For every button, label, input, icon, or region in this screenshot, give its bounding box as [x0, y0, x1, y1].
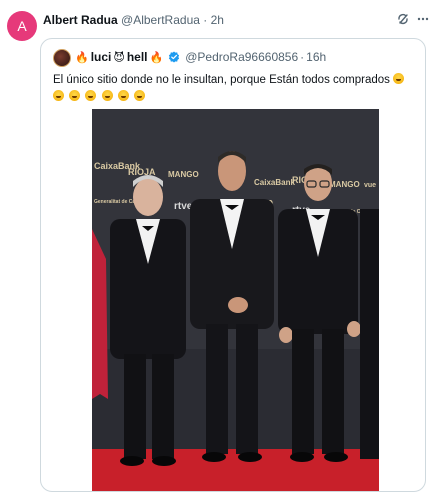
backdrop-caixabank-logo: CaixaBank: [254, 178, 295, 187]
quoted-author-handle[interactable]: @PedroRa96660856: [185, 50, 298, 64]
backdrop-mango-logo: MANGO: [329, 180, 360, 189]
author-name[interactable]: Albert Radua: [43, 13, 118, 27]
quoted-tweet-text: El único sitio donde no le insultan, por…: [53, 72, 419, 105]
quoted-tweet-body: El único sitio donde no le insultan, por…: [53, 74, 390, 86]
backdrop-mango-logo: MANGO: [168, 170, 199, 179]
person-partial-right: [360, 209, 379, 459]
laughing-emoji: [85, 90, 97, 101]
separator-dot: ·: [300, 50, 305, 64]
separator-dot: ·: [203, 13, 208, 27]
devil-emoji: 😈: [113, 51, 125, 64]
quoted-author-name-part2[interactable]: hell: [127, 50, 148, 64]
emoji-row: [53, 89, 419, 105]
quoted-tweet-card[interactable]: 🔥 luci 😈 hell 🔥 @PedroRa96660856 · 16h E…: [40, 38, 426, 492]
quoted-author-line: 🔥 luci 😈 hell 🔥 @PedroRa96660856 · 16h: [75, 50, 326, 64]
laughing-emoji: [53, 90, 64, 101]
author-handle[interactable]: @AlbertRadua: [121, 13, 200, 27]
laughing-emoji: [101, 90, 113, 101]
quoted-tweet-time[interactable]: 16h: [306, 50, 326, 64]
verified-badge-icon: [168, 51, 180, 63]
grok-icon[interactable]: [396, 12, 410, 26]
backdrop-vueling-logo: vue: [364, 182, 376, 189]
backdrop-rtve-logo: rtve: [174, 201, 193, 212]
fire-emoji: 🔥: [75, 51, 89, 64]
fire-emoji: 🔥: [149, 51, 164, 64]
laughing-emoji: [134, 90, 146, 101]
laughing-emoji: [69, 90, 81, 101]
tweet-header: A Albert Radua @AlbertRadua · 2h: [7, 7, 430, 41]
tweet-photo[interactable]: CaixaBank RIOJA MANGO CaixaBank RIOJA MA…: [92, 109, 379, 491]
quoted-author-name-part1[interactable]: luci: [91, 50, 112, 64]
tweet-time[interactable]: 2h: [211, 13, 224, 27]
author-line: Albert Radua @AlbertRadua · 2h: [43, 13, 224, 27]
laughing-emoji: [393, 73, 405, 84]
more-options-icon[interactable]: [416, 12, 430, 26]
author-avatar[interactable]: A: [7, 11, 37, 41]
quoted-author-avatar[interactable]: [53, 49, 71, 67]
laughing-emoji: [117, 90, 129, 101]
